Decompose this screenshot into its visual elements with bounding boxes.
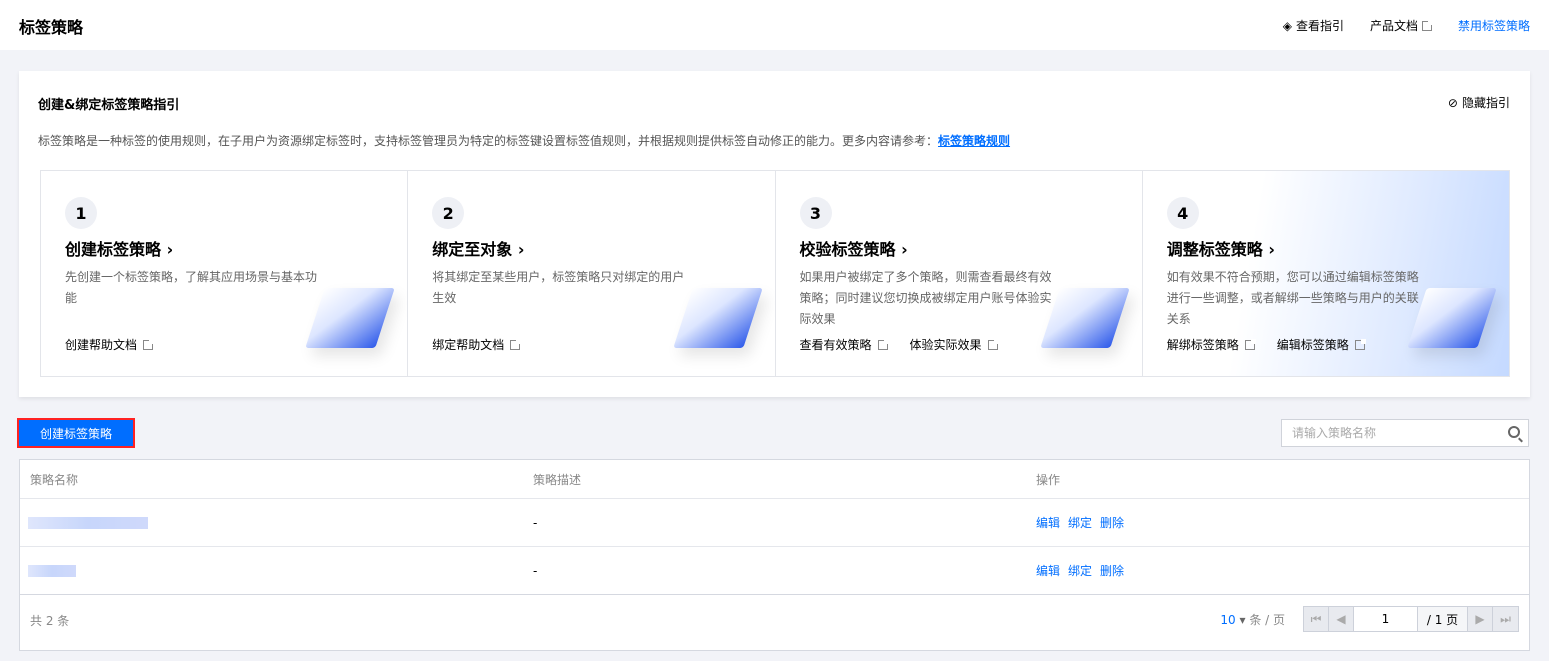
- guide-step-card: 4 调整标签策略 › 如有效果不符合预期，您可以通过编辑标签策略进行一些调整，或…: [1142, 171, 1509, 376]
- total-count: 共 2 条: [30, 614, 70, 628]
- guide-step-card: 3 校验标签策略 › 如果用户被绑定了多个策略，则需查看最终有效策略；同时建议您…: [776, 171, 1143, 376]
- guide-description: 标签策略是一种标签的使用规则，在子用户为资源绑定标签时，支持标签管理员为特定的标…: [38, 132, 1010, 149]
- page-header: 标签策略 ◈ 查看指引 产品文档 禁用标签策略: [0, 0, 1549, 50]
- view-guide-label: 查看指引: [1295, 19, 1344, 33]
- pagination: 10 ▾ 条 / 页 ⏮ ◀ 1 / 1 页 ▶ ⏭: [1220, 606, 1519, 632]
- link-label: 绑定帮助文档: [432, 338, 505, 352]
- policy-rules-link[interactable]: 标签策略规则: [938, 134, 1010, 148]
- disable-policy-link[interactable]: 禁用标签策略: [1458, 17, 1530, 34]
- table-row: - 编辑 绑定 删除: [20, 499, 1529, 547]
- step-title-link[interactable]: 绑定至对象 ›: [432, 236, 524, 260]
- step-number: 4: [1166, 197, 1199, 229]
- edit-link[interactable]: 编辑: [1036, 562, 1060, 579]
- view-guide-link[interactable]: ◈ 查看指引: [1283, 17, 1344, 34]
- guide-desc-text: 标签策略是一种标签的使用规则，在子用户为资源绑定标签时，支持标签管理员为特定的标…: [38, 134, 939, 148]
- link-label: 创建帮助文档: [65, 338, 138, 352]
- edit-link[interactable]: 编辑: [1036, 514, 1060, 531]
- search-placeholder: 请输入策略名称: [1292, 426, 1377, 440]
- step-text: 先创建一个标签策略，了解其应用场景与基本功能: [65, 270, 318, 305]
- hide-guide-button[interactable]: ⊘ 隐藏指引: [1448, 94, 1510, 111]
- table-header: 策略名称 策略描述 操作: [20, 460, 1529, 499]
- step-number: 1: [65, 197, 97, 229]
- page-input[interactable]: 1: [1354, 607, 1418, 631]
- step-title-link[interactable]: 调整标签策略 ›: [1167, 236, 1275, 260]
- prev-page-icon[interactable]: ◀: [1329, 607, 1354, 631]
- delete-link[interactable]: 删除: [1100, 514, 1124, 531]
- step-text: 如果用户被绑定了多个策略，则需查看最终有效策略；同时建议您切换成被绑定用户账号体…: [799, 270, 1052, 326]
- external-link-icon: [1244, 338, 1256, 350]
- last-page-icon[interactable]: ⏭: [1493, 607, 1518, 631]
- try-effect-link[interactable]: 体验实际效果: [909, 336, 999, 353]
- step-title-link[interactable]: 创建标签策略 ›: [65, 236, 173, 260]
- delete-link[interactable]: 删除: [1100, 562, 1124, 579]
- next-page-icon[interactable]: ▶: [1468, 607, 1493, 631]
- policy-name-redacted[interactable]: [28, 564, 76, 577]
- unbind-policy-link[interactable]: 解绑标签策略: [1166, 336, 1256, 353]
- step-title-link[interactable]: 校验标签策略 ›: [800, 236, 908, 260]
- step-text: 如有效果不符合预期，您可以通过编辑标签策略进行一些调整，或者解绑一些策略与用户的…: [1166, 270, 1419, 326]
- search-input[interactable]: 请输入策略名称: [1281, 419, 1529, 447]
- external-link-icon: [987, 338, 999, 350]
- page-size-select[interactable]: 10 ▾: [1220, 613, 1245, 627]
- policy-desc: -: [533, 563, 538, 578]
- graduation-cap-icon: ◈: [1282, 18, 1292, 33]
- link-label: 体验实际效果: [909, 338, 982, 352]
- external-link-icon: [143, 338, 155, 350]
- eye-off-icon: ⊘: [1447, 95, 1458, 110]
- external-link-icon: [1421, 19, 1433, 31]
- chevron-down-icon: ▾: [1239, 612, 1246, 627]
- link-label: 查看有效策略: [799, 338, 872, 352]
- view-effective-policy-link[interactable]: 查看有效策略: [799, 336, 889, 353]
- help-doc-link[interactable]: 创建帮助文档: [65, 336, 155, 353]
- step-number: 3: [799, 197, 832, 229]
- external-link-icon: [877, 338, 889, 350]
- col-desc: 策略描述: [533, 472, 582, 487]
- guide-step-card: 2 绑定至对象 › 将其绑定至某些用户，标签策略只对绑定的用户生效 绑定帮助文档: [408, 171, 776, 376]
- col-ops: 操作: [1036, 472, 1061, 487]
- guide-title: 创建&绑定标签策略指引: [38, 98, 180, 113]
- policy-table: 策略名称 策略描述 操作 - 编辑 绑定 删除 - 编辑 绑定 删除 共 2 条 10 …: [19, 459, 1530, 651]
- guide-panel: 创建&绑定标签策略指引 ⊘ 隐藏指引 标签策略是一种标签的使用规则，在子用户为资源…: [19, 71, 1530, 397]
- bind-link[interactable]: 绑定: [1068, 514, 1092, 531]
- search-icon[interactable]: [1508, 426, 1520, 438]
- help-doc-link[interactable]: 绑定帮助文档: [432, 336, 522, 353]
- step-text: 将其绑定至某些用户，标签策略只对绑定的用户生效: [432, 270, 685, 305]
- bind-link[interactable]: 绑定: [1068, 562, 1092, 579]
- step-number: 2: [432, 197, 465, 229]
- page-size-value: 10: [1220, 612, 1236, 627]
- external-link-icon: [1354, 338, 1366, 350]
- per-page-label: 条 / 页: [1249, 612, 1285, 627]
- page-title: 标签策略: [19, 18, 84, 37]
- policy-desc: -: [533, 515, 538, 530]
- table-row: - 编辑 绑定 删除: [20, 547, 1529, 595]
- external-link-icon: [510, 338, 522, 350]
- col-name: 策略名称: [30, 472, 79, 487]
- link-label: 编辑标签策略: [1276, 338, 1349, 352]
- policy-name-redacted[interactable]: [28, 516, 148, 529]
- product-docs-label: 产品文档: [1369, 19, 1418, 33]
- total-pages: / 1 页: [1418, 607, 1468, 631]
- guide-step-card: 1 创建标签策略 › 先创建一个标签策略，了解其应用场景与基本功能 创建帮助文档: [41, 171, 409, 376]
- create-policy-button[interactable]: 创建标签策略: [17, 418, 135, 448]
- first-page-icon[interactable]: ⏮: [1304, 607, 1329, 631]
- hide-guide-label: 隐藏指引: [1461, 96, 1510, 110]
- edit-policy-link[interactable]: 编辑标签策略: [1276, 336, 1366, 353]
- product-docs-link[interactable]: 产品文档: [1369, 17, 1433, 34]
- link-label: 解绑标签策略: [1166, 338, 1239, 352]
